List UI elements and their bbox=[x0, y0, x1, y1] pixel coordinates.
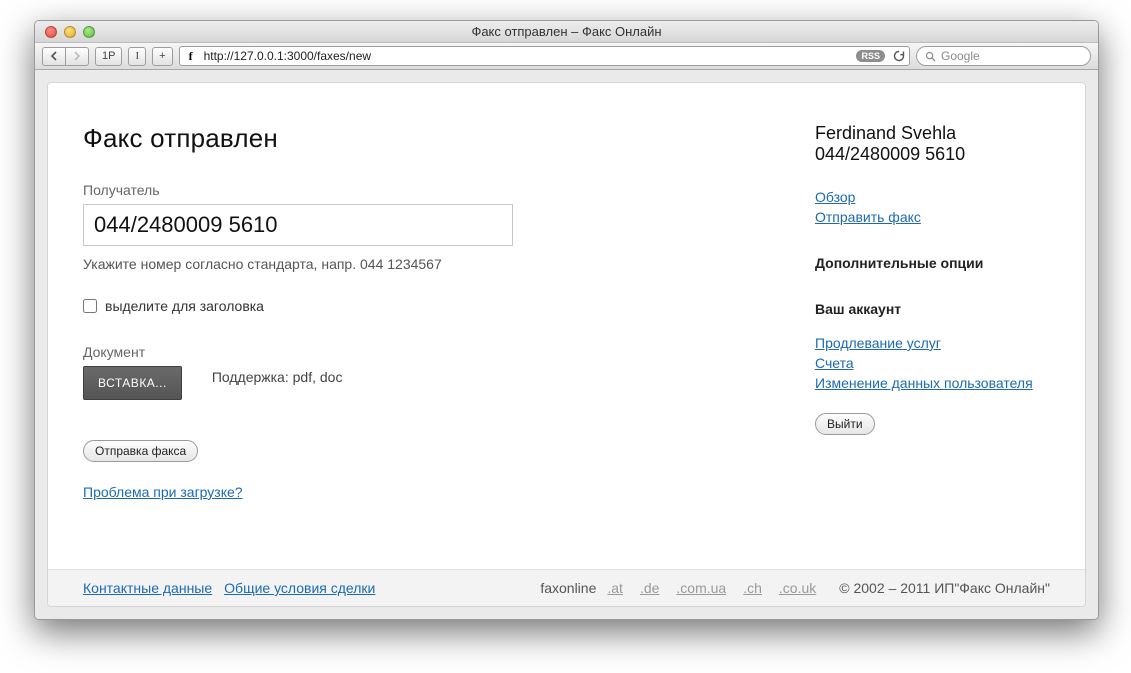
zoom-window-button[interactable] bbox=[83, 26, 95, 38]
header-checkbox[interactable] bbox=[83, 299, 97, 313]
account-heading: Ваш аккаунт bbox=[815, 301, 1050, 317]
add-bookmark-button[interactable]: + bbox=[152, 47, 172, 66]
footer-domain-couk[interactable]: .co.uk bbox=[779, 580, 816, 596]
footer-contact-link[interactable]: Контактные данные bbox=[83, 580, 212, 596]
send-fax-button[interactable]: Отправка факса bbox=[83, 440, 198, 462]
account-bills-link[interactable]: Счета bbox=[815, 355, 1050, 371]
page-viewport: Факс отправлен Получатель Укажите номер … bbox=[35, 70, 1098, 619]
document-label: Документ bbox=[83, 344, 723, 360]
sidebar: Ferdinand Svehla 044/2480009 5610 Обзор … bbox=[815, 123, 1050, 559]
recipient-hint: Укажите номер согласно стандарта, напр. … bbox=[83, 256, 723, 272]
upload-button[interactable]: ВСТАВКА... bbox=[83, 366, 182, 400]
reload-button[interactable] bbox=[893, 50, 905, 62]
back-button[interactable] bbox=[42, 47, 65, 66]
account-edit-user-link[interactable]: Изменение данных пользователя bbox=[815, 375, 1050, 391]
logout-button[interactable]: Выйти bbox=[815, 413, 875, 435]
footer-domain-comua[interactable]: .com.ua bbox=[676, 580, 726, 596]
site-favicon: f bbox=[184, 49, 198, 63]
nav-sendfax-link[interactable]: Отправить факс bbox=[815, 209, 1050, 225]
account-number: 044/2480009 5610 bbox=[815, 144, 1050, 165]
onepassword-button[interactable]: 1P bbox=[95, 47, 122, 66]
nav-overview-link[interactable]: Обзор bbox=[815, 189, 1050, 205]
minimize-window-button[interactable] bbox=[64, 26, 76, 38]
traffic-lights bbox=[35, 26, 95, 38]
account-name: Ferdinand Svehla bbox=[815, 123, 1050, 144]
main-column: Факс отправлен Получатель Укажите номер … bbox=[83, 123, 723, 559]
recipient-label: Получатель bbox=[83, 182, 723, 198]
titlebar: Факс отправлен – Факс Онлайн bbox=[35, 21, 1098, 43]
footer-brand: faxonline bbox=[540, 580, 596, 596]
url-bar[interactable]: f http://127.0.0.1:3000/faxes/new RSS bbox=[179, 46, 910, 66]
footer-domain-de[interactable]: .de bbox=[640, 580, 659, 596]
header-checkbox-row[interactable]: выделите для заголовка bbox=[83, 298, 723, 314]
window-title: Факс отправлен – Факс Онлайн bbox=[35, 24, 1098, 39]
search-placeholder: Google bbox=[941, 49, 980, 63]
browser-window: Факс отправлен – Факс Онлайн 1P I + f ht… bbox=[34, 20, 1099, 620]
close-window-button[interactable] bbox=[45, 26, 57, 38]
footer-domain-at[interactable]: .at bbox=[607, 580, 623, 596]
forward-button[interactable] bbox=[65, 47, 89, 66]
support-text: Поддержка: pdf, doc bbox=[212, 369, 343, 385]
rss-badge[interactable]: RSS bbox=[856, 50, 885, 62]
browser-toolbar: 1P I + f http://127.0.0.1:3000/faxes/new… bbox=[35, 43, 1098, 70]
search-bar[interactable]: Google bbox=[916, 46, 1091, 66]
footer: Контактные данные Общие условия сделки f… bbox=[48, 569, 1085, 606]
header-checkbox-label: выделите для заголовка bbox=[105, 298, 264, 314]
footer-domain-ch[interactable]: .ch bbox=[743, 580, 762, 596]
url-text: http://127.0.0.1:3000/faxes/new bbox=[204, 49, 371, 63]
footer-terms-link[interactable]: Общие условия сделки bbox=[224, 580, 375, 596]
content-card: Факс отправлен Получатель Укажите номер … bbox=[47, 82, 1086, 607]
search-icon bbox=[925, 51, 936, 62]
recipient-input[interactable] bbox=[83, 204, 513, 246]
page-title: Факс отправлен bbox=[83, 123, 723, 154]
instapaper-button[interactable]: I bbox=[128, 47, 146, 66]
options-heading: Дополнительные опции bbox=[815, 255, 1050, 271]
footer-copyright: © 2002 – 2011 ИП"Факс Онлайн" bbox=[839, 580, 1050, 596]
account-renew-link[interactable]: Продлевание услуг bbox=[815, 335, 1050, 351]
upload-problem-link[interactable]: Проблема при загрузке? bbox=[83, 484, 243, 500]
